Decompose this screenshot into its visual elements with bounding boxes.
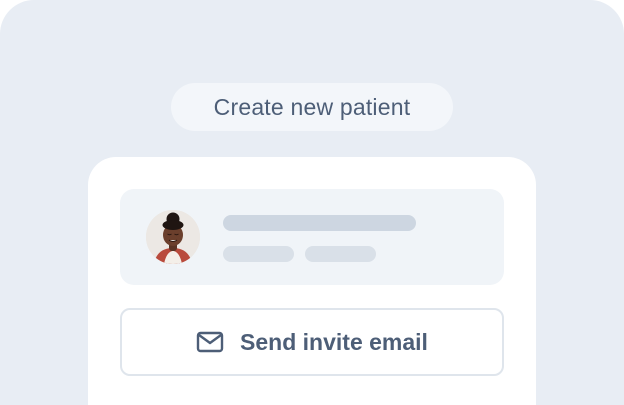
avatar-image (146, 210, 200, 264)
patient-detail-placeholder-1 (223, 246, 294, 262)
patient-detail-placeholder-2 (305, 246, 376, 262)
patient-form-card: Send invite email (88, 157, 536, 405)
page-title-pill: Create new patient (171, 83, 453, 131)
patient-avatar (146, 210, 200, 264)
patient-name-placeholder (223, 215, 416, 231)
illustration-frame: Create new patient Send invite email (0, 0, 624, 405)
send-invite-email-label: Send invite email (240, 328, 428, 355)
send-invite-email-button[interactable]: Send invite email (120, 308, 504, 376)
mail-icon (196, 331, 224, 353)
page-title: Create new patient (213, 93, 411, 120)
patient-summary-card (120, 189, 504, 285)
